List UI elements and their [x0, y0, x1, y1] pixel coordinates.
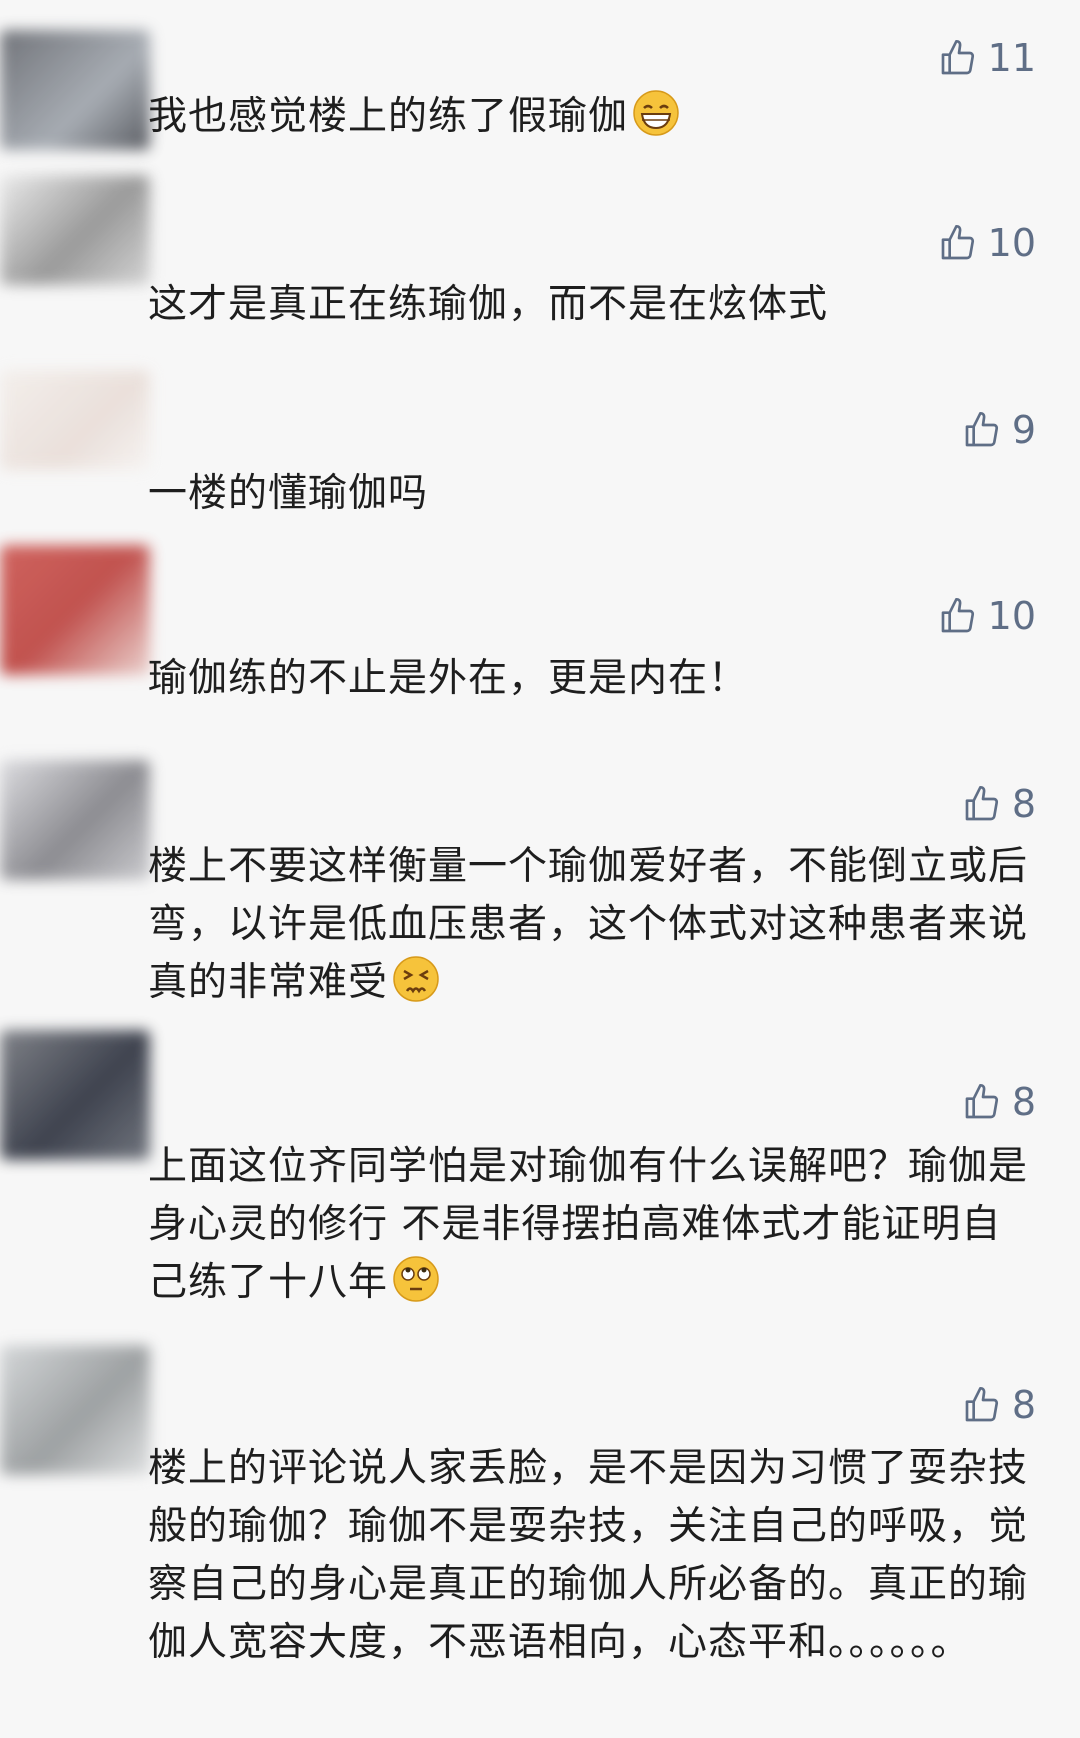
like-count: 10	[987, 594, 1036, 638]
comment-text: 一楼的懂瑜伽吗	[148, 471, 429, 516]
thumbs-up-icon	[965, 786, 998, 821]
thumbs-up-icon	[965, 1387, 998, 1422]
like-button[interactable]: 9	[962, 410, 1036, 450]
grinning-face-emoji	[633, 90, 679, 136]
like-count: 9	[1011, 408, 1036, 452]
like-count: 10	[987, 221, 1036, 265]
avatar[interactable]	[0, 1030, 150, 1160]
thumbs-up-icon	[941, 598, 974, 633]
comment-text: 瑜伽练的不止是外在，更是内在！	[148, 656, 749, 701]
thumbs-up-icon	[941, 225, 974, 260]
avatar[interactable]	[0, 30, 150, 150]
like-button[interactable]: 8	[962, 784, 1036, 824]
like-button[interactable]: 11	[938, 38, 1036, 78]
like-count: 8	[1011, 782, 1036, 826]
thumbs-up-icon	[941, 40, 974, 75]
like-count: 11	[987, 36, 1036, 80]
comment-list: 11 我也感觉楼上的练了假瑜伽 10 这才是真正在练瑜伽，而不是在炫体式 9 一…	[0, 0, 1080, 1738]
avatar[interactable]	[0, 370, 150, 470]
comment-text: 楼上不要这样衡量一个瑜伽爱好者，不能倒立或后弯，以许是低血压患者，这个体式对这种…	[148, 844, 1029, 1005]
avatar[interactable]	[0, 175, 150, 285]
like-count: 8	[1011, 1080, 1036, 1124]
like-button[interactable]: 8	[962, 1385, 1036, 1425]
comment-text: 这才是真正在练瑜伽，而不是在炫体式	[148, 282, 829, 327]
avatar[interactable]	[0, 760, 150, 880]
comment-text: 我也感觉楼上的练了假瑜伽	[148, 88, 1028, 146]
comment-text: 楼上的评论说人家丢脸，是不是因为习惯了耍杂技般的瑜伽？瑜伽不是耍杂技，关注自己的…	[148, 1446, 1029, 1665]
thumbs-up-icon	[965, 1084, 998, 1119]
avatar[interactable]	[0, 545, 150, 675]
like-button[interactable]: 8	[962, 1082, 1036, 1122]
comment-text: 上面这位齐同学怕是对瑜伽有什么误解吧？瑜伽是身心灵的修行 不是非得摆拍高难体式才…	[148, 1144, 1029, 1305]
like-count: 8	[1011, 1383, 1036, 1427]
persevering-face-emoji	[393, 956, 439, 1002]
like-button[interactable]: 10	[938, 223, 1036, 263]
like-button[interactable]: 10	[938, 596, 1036, 636]
thumbs-up-icon	[965, 412, 998, 447]
eye-roll-face-emoji	[393, 1256, 439, 1302]
avatar[interactable]	[0, 1345, 150, 1475]
